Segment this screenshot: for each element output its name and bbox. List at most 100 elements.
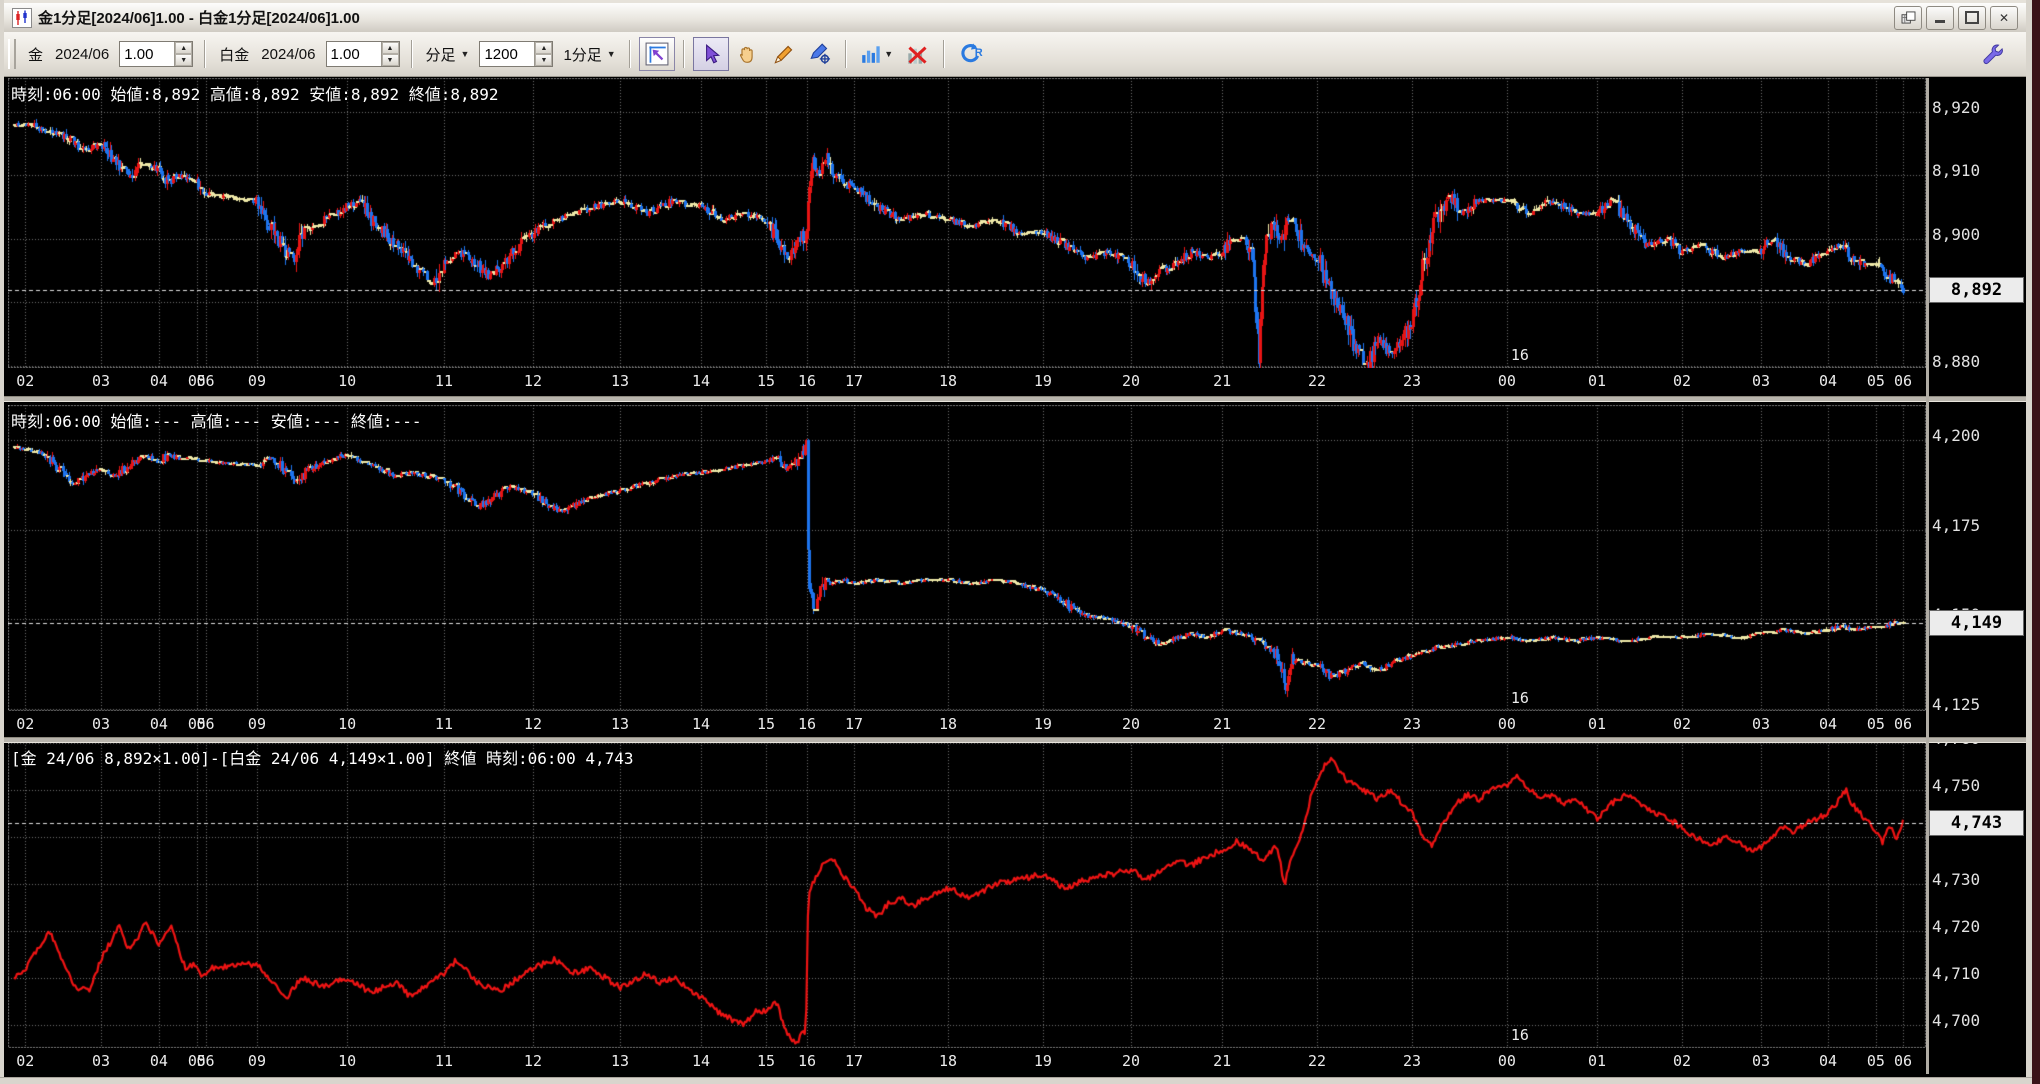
gold-1min-last-price-badge: 8,892	[1929, 276, 2024, 303]
price-axis-label: 8,880	[1932, 352, 1981, 368]
spin-up-icon[interactable]: ▲	[381, 42, 399, 54]
time-axis-label: 21	[1213, 372, 1232, 390]
gold-1min-plot[interactable]	[8, 78, 1926, 368]
time-axis-label: 02	[16, 372, 35, 390]
platinum-multiplier-value[interactable]: 1.00	[326, 42, 381, 66]
time-axis-label: 04	[1818, 372, 1838, 390]
time-axis-label: 16	[798, 1052, 817, 1070]
time-axis-label: 06	[1893, 372, 1912, 390]
wrench-icon	[1983, 44, 2003, 65]
time-axis-label: 22	[1308, 372, 1327, 390]
window-layout-button[interactable]	[1894, 5, 1922, 30]
spread-gold-minus-platinum-plot[interactable]	[8, 742, 1926, 1048]
panel-separator[interactable]	[4, 737, 2026, 743]
crosshair-marker-button[interactable]	[803, 38, 837, 70]
gold-multiplier-value[interactable]: 1.00	[120, 42, 175, 66]
select-cursor-icon	[705, 44, 720, 64]
time-axis-label: 13	[611, 372, 630, 390]
timeframe-dropdown[interactable]: 1分足 ▼	[563, 44, 615, 65]
time-axis-label: 14	[691, 715, 710, 733]
time-axis-label: 13	[611, 1052, 630, 1070]
time-axis-label: 11	[434, 1052, 453, 1070]
mdi-background-strip	[2032, 0, 2040, 1084]
spin-down-icon[interactable]: ▼	[175, 54, 193, 66]
time-axis-label: 09	[247, 1052, 266, 1070]
cascade-windows-icon	[1901, 11, 1915, 24]
spin-up-icon[interactable]: ▲	[175, 42, 193, 54]
panel-separator[interactable]	[4, 396, 2026, 402]
spin-down-icon[interactable]: ▼	[381, 54, 399, 66]
maximize-icon	[1965, 11, 1979, 24]
time-axis-label: 18	[938, 715, 958, 733]
timeframe-label: 1分足	[563, 46, 602, 64]
time-axis-label: 21	[1213, 715, 1232, 733]
spin-up-icon[interactable]: ▲	[535, 42, 553, 54]
time-axis-label: 03	[1752, 372, 1771, 390]
pan-hand-icon	[740, 46, 753, 63]
time-axis-label: 03	[91, 1052, 111, 1070]
maximize-button[interactable]	[1958, 5, 1986, 30]
time-axis-label: 09	[247, 715, 266, 733]
price-axis-label: 4,175	[1932, 515, 1981, 535]
toolbar-grip[interactable]	[8, 39, 16, 69]
close-button[interactable]: ✕	[1990, 5, 2018, 30]
time-axis-label: 02	[16, 715, 35, 733]
price-axis-label: 4,750	[1932, 775, 1981, 795]
gold-1min-date-marker: 16	[1510, 346, 1529, 364]
draw-line-button[interactable]	[767, 38, 801, 70]
time-axis-label: 00	[1497, 715, 1516, 733]
time-axis-label: 02	[16, 1052, 35, 1070]
time-axis-label: 15	[756, 372, 776, 390]
time-axis-label: 02	[1672, 715, 1692, 733]
plot-axis-separator	[1926, 78, 1929, 1074]
price-axis-label: 4,125	[1932, 694, 1981, 711]
platinum-label: 白金	[219, 46, 250, 64]
settings-button[interactable]	[1978, 39, 2008, 69]
pan-hand-button[interactable]	[731, 38, 765, 70]
time-axis-label: 12	[523, 1052, 542, 1070]
toolbar-separator	[204, 40, 207, 68]
trading-app-window: 金1分足[2024/06]1.00 - 白金1分足[2024/06]1.00 ✕…	[0, 0, 2040, 1084]
platinum-1min-plot[interactable]	[8, 405, 1926, 711]
price-axis-label: 8,910	[1932, 161, 1981, 181]
platinum-1min-date-marker: 16	[1510, 689, 1529, 707]
bar-count-spinner[interactable]: 1200 ▲ ▼	[479, 41, 554, 67]
time-axis-label: 09	[247, 372, 266, 390]
spin-down-icon[interactable]: ▼	[535, 54, 553, 66]
time-axis-label: 11	[434, 715, 453, 733]
time-axis-label: 23	[1402, 1052, 1421, 1070]
chart-type-button[interactable]: ▼	[855, 38, 899, 70]
time-axis-label: 19	[1033, 1052, 1052, 1070]
time-axis-label: 18	[938, 372, 958, 390]
select-cursor-button[interactable]	[692, 37, 729, 71]
time-axis-label: 12	[523, 715, 542, 733]
time-axis-label: 03	[91, 715, 111, 733]
time-axis-label: 03	[1752, 1052, 1771, 1070]
toolbar-separator	[682, 40, 685, 68]
bar-count-buttons: ▲ ▼	[534, 42, 553, 66]
platinum-multiplier-spinner[interactable]: 1.00 ▲ ▼	[325, 41, 400, 67]
time-axis-label: 01	[1588, 715, 1607, 733]
spread-gold-minus-platinum-info-line: [金 24/06 8,892×1.00]-[白金 24/06 4,149×1.0…	[11, 749, 634, 768]
bar-type-dropdown[interactable]: 分足 ▼	[426, 44, 470, 65]
refresh-button[interactable]: R	[953, 38, 987, 70]
app-candlestick-icon	[12, 7, 32, 28]
time-axis-label: 13	[611, 715, 630, 733]
time-axis-label: 18	[938, 1052, 958, 1070]
time-axis-label: 20	[1121, 372, 1141, 390]
window-title: 金1分足[2024/06]1.00 - 白金1分足[2024/06]1.00	[38, 10, 360, 27]
gold-multiplier-spinner[interactable]: 1.00 ▲ ▼	[119, 41, 194, 67]
chart-scale-settings-button[interactable]	[638, 37, 675, 71]
time-axis-label: 21	[1213, 1052, 1232, 1070]
minimize-button[interactable]	[1926, 5, 1954, 30]
titlebar: 金1分足[2024/06]1.00 - 白金1分足[2024/06]1.00 ✕	[4, 3, 2026, 33]
clear-chart-button[interactable]	[901, 38, 935, 70]
refresh-r-label: R	[974, 47, 983, 59]
time-axis-label: 23	[1402, 372, 1421, 390]
price-axis-label: 4,720	[1932, 916, 1981, 936]
bar-count-value[interactable]: 1200	[480, 42, 535, 66]
gold-multiplier-buttons: ▲ ▼	[174, 42, 193, 66]
time-axis-label: 17	[844, 715, 864, 733]
price-axis-label: 4,710	[1932, 963, 1981, 983]
time-axis-label: 15	[756, 715, 776, 733]
